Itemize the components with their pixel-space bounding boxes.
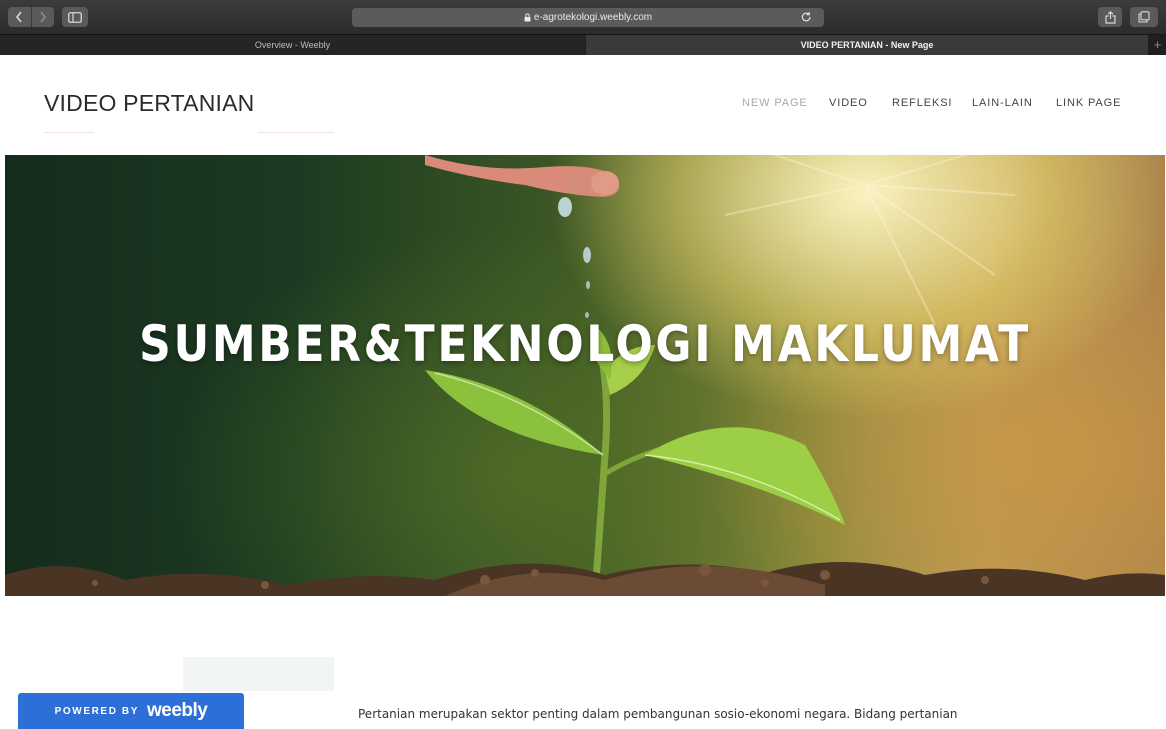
back-forward-group	[8, 7, 54, 27]
tab-video-pertanian[interactable]: VIDEO PERTANIAN - New Page	[586, 35, 1148, 55]
chevron-right-icon	[40, 11, 46, 23]
nav-item-new-page[interactable]: NEW PAGE	[742, 97, 808, 109]
tabs-overview-icon	[1138, 11, 1150, 23]
tab-overview-button[interactable]	[1130, 7, 1158, 27]
lock-icon	[524, 13, 531, 22]
image-placeholder	[183, 657, 334, 691]
intro-paragraph: Pertanian merupakan sektor penting dalam…	[358, 707, 958, 721]
main-nav: NEW PAGE VIDEO REFLEKSI LAIN-LAIN LINK P…	[742, 97, 1122, 113]
browser-toolbar: e-agrotekologi.weebly.com	[0, 0, 1166, 34]
address-bar[interactable]: e-agrotekologi.weebly.com	[352, 8, 824, 27]
share-icon	[1104, 10, 1116, 24]
nav-item-video[interactable]: VIDEO	[829, 97, 868, 109]
header-divider	[258, 132, 334, 133]
nav-item-lain-lain[interactable]: LAIN-LAIN	[972, 97, 1033, 109]
powered-by-label: POWERED BY	[54, 705, 139, 717]
back-button[interactable]	[8, 7, 31, 27]
weebly-logo: weebly	[146, 700, 208, 721]
hero-heading: SUMBER&TEKNOLOGI MAKLUMAT	[139, 315, 1031, 373]
plus-icon: +	[1153, 37, 1162, 52]
new-tab-button[interactable]: +	[1149, 35, 1166, 55]
header-divider	[44, 132, 94, 133]
url-text: e-agrotekologi.weebly.com	[533, 12, 653, 23]
forward-button[interactable]	[30, 7, 55, 27]
chevron-left-icon	[16, 11, 22, 23]
sidebar-icon	[68, 11, 82, 23]
hero-banner: SUMBER&TEKNOLOGI MAKLUMAT	[5, 155, 1165, 596]
hero-image-seedling	[5, 155, 1165, 596]
nav-item-refleksi[interactable]: REFLEKSI	[892, 97, 952, 109]
tab-overview-weebly[interactable]: Overview - Weebly	[0, 35, 585, 55]
nav-item-link-page[interactable]: LINK PAGE	[1056, 97, 1121, 109]
sidebar-button[interactable]	[62, 7, 88, 27]
tab-bar: Overview - Weebly VIDEO PERTANIAN - New …	[0, 34, 1166, 55]
reload-icon[interactable]	[801, 11, 812, 23]
share-button[interactable]	[1098, 7, 1122, 27]
site-title[interactable]: VIDEO PERTANIAN	[44, 90, 254, 117]
powered-by-weebly-badge[interactable]: POWERED BY weebly	[18, 693, 244, 729]
